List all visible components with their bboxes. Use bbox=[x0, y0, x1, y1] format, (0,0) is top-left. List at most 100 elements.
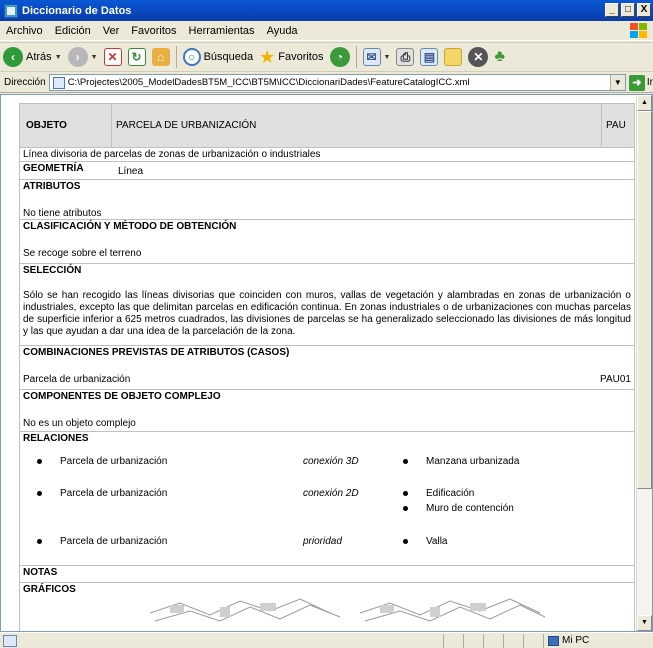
objeto-header: OBJETO PARCELA DE URBANIZACIÓN PAU bbox=[20, 103, 634, 148]
search-icon: ○ bbox=[182, 48, 201, 66]
relacion-to-label: Muro de contención bbox=[426, 503, 514, 514]
stop-button[interactable]: ✕ bbox=[101, 45, 125, 69]
zone-label: Mi PC bbox=[562, 635, 590, 646]
status-cell bbox=[443, 633, 463, 648]
go-arrow-icon: ➜ bbox=[628, 74, 645, 91]
objeto-label: OBJETO bbox=[26, 120, 67, 131]
browser-window: Diccionario de Datos _ □ X Archivo Edici… bbox=[0, 0, 653, 648]
menu-favoritos[interactable]: Favoritos bbox=[125, 25, 182, 37]
home-button[interactable]: ⌂ bbox=[149, 45, 173, 69]
relacion-from: Parcela de urbanización bbox=[23, 456, 303, 467]
menu-edicion[interactable]: Edición bbox=[49, 25, 97, 37]
atributos-section: ATRIBUTOS No tiene atributos bbox=[20, 180, 634, 220]
relacion-row: Parcela de urbanización conexión 3D Manz… bbox=[23, 456, 631, 488]
history-button[interactable]: ◔ bbox=[327, 45, 353, 69]
scroll-down-icon[interactable]: ▼ bbox=[637, 615, 652, 631]
bullet-icon bbox=[403, 539, 408, 544]
messenger-button[interactable]: ♣ bbox=[491, 45, 508, 69]
scroll-up-icon[interactable]: ▲ bbox=[637, 95, 652, 111]
status-cell bbox=[503, 633, 523, 648]
status-bar: Mi PC bbox=[0, 632, 653, 648]
toolbar-separator bbox=[175, 46, 177, 68]
search-label: Búsqueda bbox=[203, 51, 254, 63]
relacion-from-label: Parcela de urbanización bbox=[60, 456, 168, 467]
app-icon bbox=[4, 3, 18, 18]
bullet-icon bbox=[37, 539, 42, 544]
combinaciones-name: Parcela de urbanización bbox=[23, 374, 131, 385]
description-row: Línea divisoria de parcelas de zonas de … bbox=[20, 148, 634, 162]
menu-ayuda[interactable]: Ayuda bbox=[261, 25, 304, 37]
menu-ver[interactable]: Ver bbox=[97, 25, 126, 37]
geometria-row: GEOMETRÍA Línea bbox=[20, 162, 634, 180]
vertical-scrollbar[interactable]: ▲ ▼ bbox=[636, 95, 652, 631]
notas-section: NOTAS bbox=[20, 566, 634, 583]
refresh-icon: ↻ bbox=[127, 48, 146, 66]
back-button[interactable]: ‹ Atrás ▼ bbox=[0, 45, 65, 69]
address-value[interactable]: C:\Projectes\2005_ModelDadesBT5M_ICC\BT5… bbox=[68, 77, 470, 88]
back-arrow-icon: ‹ bbox=[3, 47, 23, 67]
search-button[interactable]: ○ Búsqueda bbox=[180, 45, 257, 69]
toolbar: ‹ Atrás ▼ › ▼ ✕ ↻ ⌂ ○ Búsqueda ★ Favorit… bbox=[0, 42, 653, 72]
bullet-icon bbox=[403, 506, 408, 511]
seleccion-label: SELECCIÓN bbox=[23, 265, 82, 276]
folder-button[interactable] bbox=[441, 45, 465, 69]
back-dropdown-icon[interactable]: ▼ bbox=[55, 54, 62, 61]
parcel-graphic-image bbox=[150, 598, 546, 622]
history-icon: ◔ bbox=[329, 47, 350, 67]
relacion-to-label: Manzana urbanizada bbox=[426, 456, 520, 467]
componentes-value: No es un objeto complejo bbox=[23, 418, 136, 429]
mail-button[interactable]: ✉ ▼ bbox=[360, 45, 394, 69]
geometria-value: Línea bbox=[118, 166, 144, 177]
relacion-type: conexión 2D bbox=[303, 488, 359, 499]
maximize-button[interactable]: □ bbox=[621, 3, 635, 17]
content-viewport: OBJETO PARCELA DE URBANIZACIÓN PAU Línea… bbox=[0, 94, 653, 632]
print-icon: ⎙ bbox=[396, 48, 415, 66]
windows-logo-icon bbox=[627, 22, 649, 40]
address-bar: Dirección C:\Projectes\2005_ModelDadesBT… bbox=[0, 73, 653, 93]
page-status-icon bbox=[3, 634, 17, 647]
minimize-button[interactable]: _ bbox=[605, 3, 619, 17]
forward-button[interactable]: › ▼ bbox=[65, 45, 101, 69]
page-icon bbox=[52, 76, 65, 89]
address-input[interactable]: C:\Projectes\2005_ModelDadesBT5M_ICC\BT5… bbox=[48, 74, 626, 91]
atributos-label: ATRIBUTOS bbox=[23, 181, 81, 192]
favorites-button[interactable]: ★ Favoritos bbox=[256, 45, 326, 69]
mail-dropdown-icon[interactable]: ▼ bbox=[384, 54, 391, 61]
menu-herramientas[interactable]: Herramientas bbox=[183, 25, 261, 37]
menu-archivo[interactable]: Archivo bbox=[0, 25, 49, 37]
close-tab-button[interactable]: ✕ bbox=[465, 45, 491, 69]
graficos-section: GRÁFICOS bbox=[20, 583, 634, 631]
window-controls: _ □ X bbox=[605, 3, 651, 17]
refresh-button[interactable]: ↻ bbox=[125, 45, 149, 69]
print-button[interactable]: ⎙ bbox=[393, 45, 417, 69]
seleccion-section: SELECCIÓN Sólo se han recogido las línea… bbox=[20, 264, 634, 346]
toolbar-separator bbox=[355, 46, 357, 68]
relacion-targets: Edificación Muro de contención bbox=[403, 488, 631, 518]
objeto-code: PAU bbox=[601, 103, 631, 148]
geometria-label: GEOMETRÍA bbox=[23, 163, 84, 174]
stop-icon: ✕ bbox=[103, 48, 122, 66]
relaciones-section: RELACIONES Parcela de urbanización conex… bbox=[20, 432, 634, 566]
status-cell bbox=[483, 633, 503, 648]
feature-catalog-document: OBJETO PARCELA DE URBANIZACIÓN PAU Línea… bbox=[19, 103, 635, 631]
address-dropdown-icon[interactable]: ▼ bbox=[609, 75, 625, 90]
scroll-thumb[interactable] bbox=[637, 111, 652, 489]
favorites-label: Favoritos bbox=[278, 51, 324, 63]
relacion-targets: Valla bbox=[403, 536, 631, 551]
window-title: Diccionario de Datos bbox=[22, 4, 132, 17]
relacion-from: Parcela de urbanización bbox=[23, 488, 303, 499]
forward-dropdown-icon[interactable]: ▼ bbox=[91, 54, 98, 61]
title-bar: Diccionario de Datos _ □ X bbox=[0, 0, 653, 21]
edit-button[interactable]: ▤ bbox=[417, 45, 441, 69]
atributos-value: No tiene atributos bbox=[23, 208, 102, 219]
relaciones-label: RELACIONES bbox=[23, 433, 89, 444]
close-button[interactable]: X bbox=[637, 3, 651, 17]
bullet-icon bbox=[403, 491, 408, 496]
clasificacion-section: CLASIFICACIÓN Y MÉTODO DE OBTENCIÓN Se r… bbox=[20, 220, 634, 264]
mail-icon: ✉ bbox=[362, 48, 381, 66]
componentes-label: COMPONENTES DE OBJETO COMPLEJO bbox=[23, 391, 221, 402]
computer-icon bbox=[548, 635, 559, 646]
menu-bar: Archivo Edición Ver Favoritos Herramient… bbox=[0, 21, 653, 41]
go-button[interactable]: ➜ Ir bbox=[628, 74, 653, 91]
bullet-icon bbox=[37, 491, 42, 496]
